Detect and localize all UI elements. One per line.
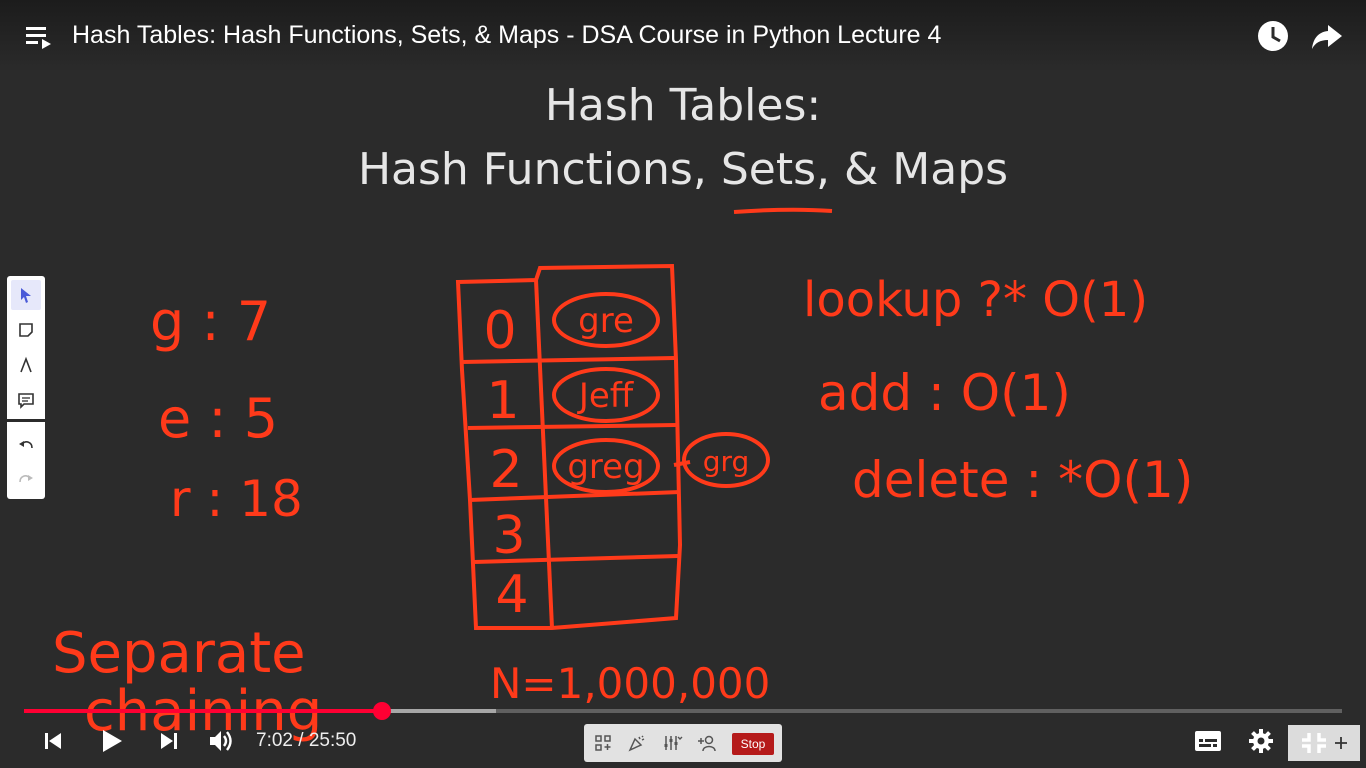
table-entry: greg	[567, 447, 644, 487]
progress-scrubber[interactable]	[373, 702, 392, 720]
table-entry: gre	[578, 301, 634, 341]
table-entry: Jeff	[577, 376, 635, 416]
cursor-icon	[21, 288, 31, 303]
pen-icon	[20, 356, 32, 373]
redo-button[interactable]	[11, 465, 41, 495]
exit-fullscreen-button[interactable]	[1288, 725, 1360, 761]
gear-icon	[1249, 729, 1273, 753]
redo-icon	[19, 475, 33, 483]
comment-icon	[18, 393, 34, 409]
next-icon	[161, 733, 177, 749]
captions-icon	[1195, 731, 1221, 751]
add-person-icon	[698, 735, 716, 752]
select-tool[interactable]	[11, 280, 41, 310]
annotation-toolbox	[7, 276, 45, 499]
volume-button[interactable]	[205, 725, 237, 757]
confetti-icon	[628, 735, 645, 752]
op-delete: delete : *O(1)	[852, 451, 1193, 509]
next-button[interactable]	[153, 725, 185, 757]
table-indices: 0 1 234	[483, 301, 528, 625]
play-icon	[103, 730, 122, 752]
pen-tool[interactable]	[11, 350, 41, 380]
table-index: 1	[486, 371, 519, 431]
technique-note-line1: Separate	[52, 621, 306, 686]
progress-played	[24, 709, 383, 713]
comment-tool[interactable]	[11, 385, 41, 415]
volume-icon	[210, 731, 232, 751]
op-add: add : O(1)	[818, 364, 1071, 422]
table-entries: gre Jeff greg	[552, 292, 660, 494]
note-tool[interactable]	[11, 315, 41, 345]
plus-icon	[1335, 737, 1347, 749]
table-index: 0	[483, 301, 516, 361]
hash-r: r : 18	[170, 470, 303, 528]
sets-underline	[733, 207, 833, 214]
grid-icon	[595, 735, 611, 751]
op-lookup: lookup ?* O(1)	[803, 272, 1148, 328]
whiteboard-canvas: g : 7 e : 5 r : 18 0 1 234 gre Jeff greg grg…	[52, 207, 1193, 744]
recorder-layout-button[interactable]	[592, 732, 614, 754]
size-note: N=1,000,000	[490, 659, 770, 708]
recorder-toolbar: Stop	[584, 724, 782, 762]
recorder-invite-button[interactable]	[696, 732, 718, 754]
chained-entry: grg	[703, 445, 750, 478]
recorder-settings-button[interactable]	[662, 732, 684, 754]
settings-button[interactable]	[1245, 725, 1277, 757]
table-index: 2	[489, 440, 522, 500]
hash-e: e : 5	[158, 387, 278, 450]
sliders-icon	[664, 736, 683, 750]
exit-fullscreen-icon	[1302, 733, 1326, 753]
recorder-stop-button[interactable]: Stop	[732, 733, 774, 755]
captions-button[interactable]	[1191, 725, 1225, 757]
time-display: 7:02 / 25:50	[256, 730, 357, 751]
table-index: 4	[495, 565, 528, 625]
recorder-effects-button[interactable]	[626, 732, 648, 754]
play-button[interactable]	[95, 725, 127, 757]
sticky-note-icon	[19, 323, 33, 337]
table-index: 3	[492, 506, 525, 566]
previous-icon	[45, 733, 61, 749]
undo-icon	[19, 441, 33, 449]
undo-button[interactable]	[11, 431, 41, 461]
previous-button[interactable]	[37, 725, 69, 757]
hash-g: g : 7	[150, 290, 271, 353]
toolbox-divider	[7, 419, 45, 422]
